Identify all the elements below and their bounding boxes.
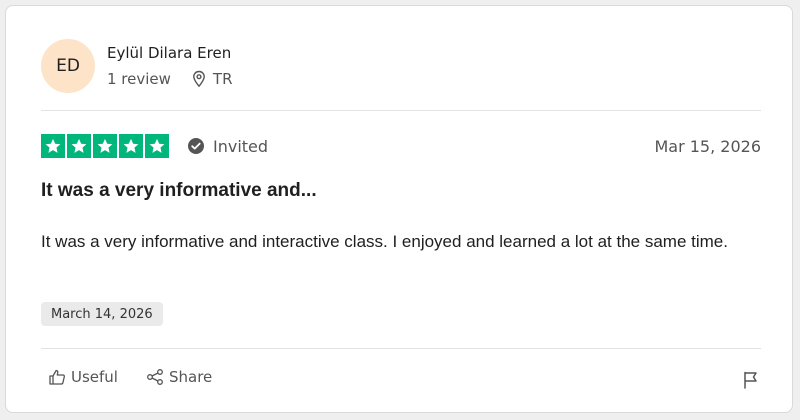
- review-title[interactable]: It was a very informative and...: [41, 180, 317, 202]
- verification-badge[interactable]: Invited: [187, 137, 268, 156]
- reviewer-header: ED Eylül Dilara Eren 1 review TR: [41, 36, 233, 96]
- star-icon: [93, 134, 117, 158]
- share-button[interactable]: Share: [146, 368, 212, 386]
- review-actions: Useful Share: [48, 368, 212, 386]
- thumbs-up-icon: [48, 368, 66, 386]
- reviewer-info: Eylül Dilara Eren 1 review TR: [107, 44, 233, 88]
- reviewer-country: TR: [212, 70, 233, 88]
- review-count: 1 review: [107, 70, 171, 88]
- star-icon: [41, 134, 65, 158]
- useful-label: Useful: [71, 368, 118, 386]
- star-icon: [119, 134, 143, 158]
- flag-icon[interactable]: [741, 370, 761, 390]
- share-icon: [146, 368, 164, 386]
- star-rating: [41, 134, 169, 158]
- review-body: It was a very informative and interactiv…: [41, 232, 728, 251]
- experience-date-badge: March 14, 2026: [41, 302, 163, 326]
- reviewer-name[interactable]: Eylül Dilara Eren: [107, 44, 233, 62]
- reviewer-meta: 1 review TR: [107, 70, 233, 88]
- star-icon: [145, 134, 169, 158]
- rating-row: Invited Mar 15, 2026: [41, 132, 761, 160]
- share-label: Share: [168, 368, 213, 386]
- avatar[interactable]: ED: [41, 39, 95, 93]
- divider: [41, 348, 761, 349]
- useful-button[interactable]: Useful: [48, 368, 118, 386]
- check-circle-icon: [187, 137, 205, 155]
- review-card: ED Eylül Dilara Eren 1 review TR Invited…: [5, 5, 793, 413]
- review-date: Mar 15, 2026: [654, 136, 761, 156]
- divider: [41, 110, 761, 111]
- location-pin-icon: [191, 70, 207, 88]
- star-icon: [67, 134, 91, 158]
- verification-label: Invited: [213, 136, 269, 156]
